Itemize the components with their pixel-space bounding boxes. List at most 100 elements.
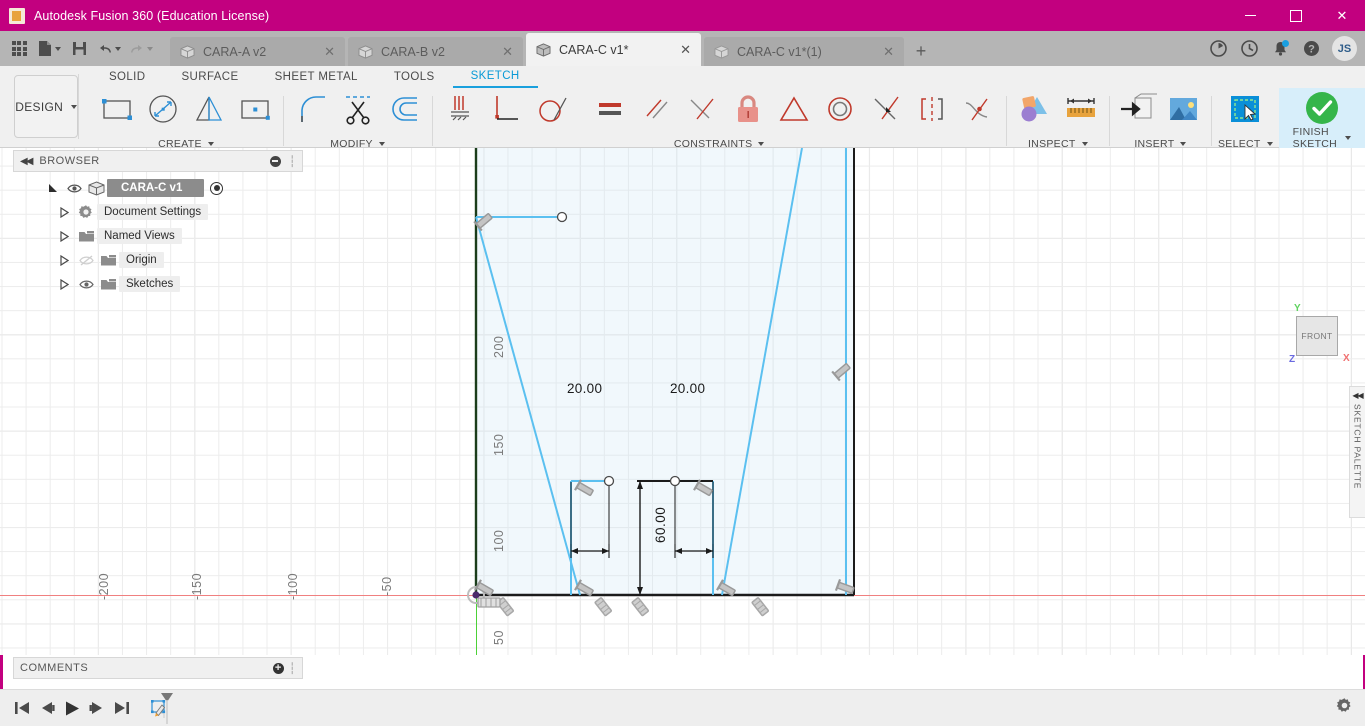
collapse-arrows-icon[interactable]: ◀◀ (20, 156, 33, 167)
comments-title: COMMENTS (20, 662, 89, 674)
ribbon-group-modify: MODIFY (284, 88, 432, 154)
chevron-down-icon[interactable] (1345, 136, 1351, 140)
equal-icon[interactable] (588, 89, 632, 129)
visibility-eye-icon[interactable] (75, 279, 97, 290)
go-to-start-icon[interactable] (9, 693, 34, 723)
expand-triangle-icon[interactable] (53, 230, 75, 242)
step-forward-icon[interactable] (84, 693, 109, 723)
perpendicular-icon[interactable] (680, 89, 724, 129)
cube-icon (536, 42, 551, 57)
tangent-icon[interactable] (864, 89, 908, 129)
ribbon-group-constraints: CONSTRAINTS (432, 88, 1006, 154)
select-window-icon[interactable] (1223, 89, 1267, 129)
tangent-circle-icon[interactable] (530, 89, 574, 129)
concentric-icon[interactable] (818, 89, 862, 129)
new-tab-button[interactable]: + (908, 37, 934, 66)
browser-item-sketches[interactable]: Sketches (13, 272, 303, 296)
expand-triangle-icon[interactable] (53, 206, 75, 218)
close-icon[interactable]: ✕ (883, 45, 894, 58)
jobs-status-icon[interactable] (1204, 34, 1232, 64)
go-to-end-icon[interactable] (109, 693, 134, 723)
browser-item-document-settings[interactable]: Document Settings (13, 200, 303, 224)
finish-check-icon[interactable] (1300, 88, 1344, 128)
view-cube[interactable]: FRONT (1296, 316, 1338, 356)
window-maximize-button[interactable] (1273, 0, 1319, 31)
curvature-icon[interactable] (956, 89, 1000, 129)
activate-component-radio[interactable] (210, 181, 224, 195)
chevron-down-icon[interactable] (1266, 142, 1273, 146)
symmetry-icon[interactable] (910, 89, 954, 129)
browser-item-named-views[interactable]: Named Views (13, 224, 303, 248)
measure-shapes-icon[interactable] (1013, 89, 1057, 129)
browser-header: ◀◀ BROWSER ┆ (13, 150, 303, 172)
offset-icon[interactable] (382, 89, 426, 129)
coincident-icon[interactable] (772, 89, 816, 129)
grip-icon[interactable]: ┆ (289, 662, 296, 675)
chevron-down-icon[interactable] (378, 142, 385, 146)
window-close-button[interactable]: ✕ (1319, 0, 1365, 31)
dimension-value-60[interactable]: 60.00 (653, 507, 668, 543)
fillet-icon[interactable] (290, 89, 334, 129)
measure-ruler-icon[interactable] (1059, 89, 1103, 129)
document-tab-cara-b[interactable]: CARA-B v2 ✕ (348, 37, 523, 66)
expand-triangle-icon[interactable] (53, 278, 75, 290)
document-tab-cara-c-copy[interactable]: CARA-C v1*(1) ✕ (704, 37, 904, 66)
insert-derive-icon[interactable] (1115, 89, 1159, 129)
fix-lock-icon[interactable] (726, 89, 770, 129)
chevron-down-icon[interactable] (1180, 142, 1187, 146)
center-rectangle-icon[interactable] (233, 89, 277, 129)
window-minimize-button[interactable] (1227, 0, 1273, 31)
chevron-down-icon[interactable] (758, 142, 765, 146)
new-file-button[interactable] (34, 35, 64, 63)
midpoint-icon[interactable] (484, 89, 528, 129)
collapse-arrows-icon[interactable]: ◀◀ (1352, 391, 1363, 400)
help-icon[interactable]: ? (1297, 34, 1325, 64)
minimize-circle-icon[interactable] (269, 155, 281, 167)
document-tab-cara-a[interactable]: CARA-A v2 ✕ (170, 37, 345, 66)
settings-gear-icon[interactable] (1336, 697, 1353, 719)
tab-sheet-metal[interactable]: SHEET METAL (257, 66, 376, 88)
close-icon[interactable]: ✕ (502, 45, 513, 58)
tab-sketch[interactable]: SKETCH (452, 66, 538, 88)
redo-button[interactable] (126, 35, 156, 63)
timeline-feature-sketch[interactable] (150, 691, 180, 725)
dimension-value-20-right[interactable]: 20.00 (670, 381, 705, 396)
trim-scissors-icon[interactable] (336, 89, 380, 129)
tab-tools[interactable]: TOOLS (376, 66, 453, 88)
rectangle-icon[interactable] (95, 89, 139, 129)
sketch-palette-tab[interactable]: ◀◀ SKETCH PALETTE (1349, 386, 1365, 518)
expand-triangle-icon[interactable] (41, 183, 63, 194)
play-icon[interactable] (59, 693, 84, 723)
insert-image-icon[interactable] (1161, 89, 1205, 129)
expand-triangle-icon[interactable] (53, 254, 75, 266)
browser-item-cara-c[interactable]: CARA-C v1 (13, 176, 303, 200)
close-icon[interactable]: ✕ (324, 45, 335, 58)
mirror-icon[interactable] (187, 89, 231, 129)
step-back-icon[interactable] (34, 693, 59, 723)
circle-diameter-icon[interactable] (141, 89, 185, 129)
grip-icon[interactable]: ┆ (289, 155, 296, 168)
clock-icon[interactable] (1235, 34, 1263, 64)
ribbon-group-finish-sketch[interactable]: FINISH SKETCH (1278, 88, 1365, 154)
browser-item-origin[interactable]: Origin (13, 248, 303, 272)
chevron-down-icon[interactable] (207, 142, 214, 146)
hruler-tick-minus150: -150 (190, 572, 204, 600)
visibility-eye-off-icon[interactable] (75, 254, 97, 266)
add-comment-icon[interactable]: + (272, 662, 284, 674)
workspace-selector[interactable]: DESIGN (14, 75, 79, 138)
tab-surface[interactable]: SURFACE (163, 66, 256, 88)
chevron-down-icon[interactable] (1081, 142, 1088, 146)
quick-access-toolbar (0, 31, 156, 66)
tab-solid[interactable]: SOLID (91, 66, 164, 88)
document-tab-cara-c[interactable]: CARA-C v1* ✕ (526, 33, 701, 66)
bell-icon[interactable] (1266, 34, 1294, 64)
avatar[interactable]: JS (1332, 36, 1357, 61)
dimension-value-20-left[interactable]: 20.00 (567, 381, 602, 396)
save-button[interactable] (66, 35, 92, 63)
close-icon[interactable]: ✕ (680, 43, 691, 56)
visibility-eye-icon[interactable] (63, 183, 85, 194)
parallel-icon[interactable] (634, 89, 678, 129)
undo-button[interactable] (94, 35, 124, 63)
horizontal-vertical-icon[interactable] (438, 89, 482, 129)
app-grid-icon[interactable] (6, 35, 32, 63)
